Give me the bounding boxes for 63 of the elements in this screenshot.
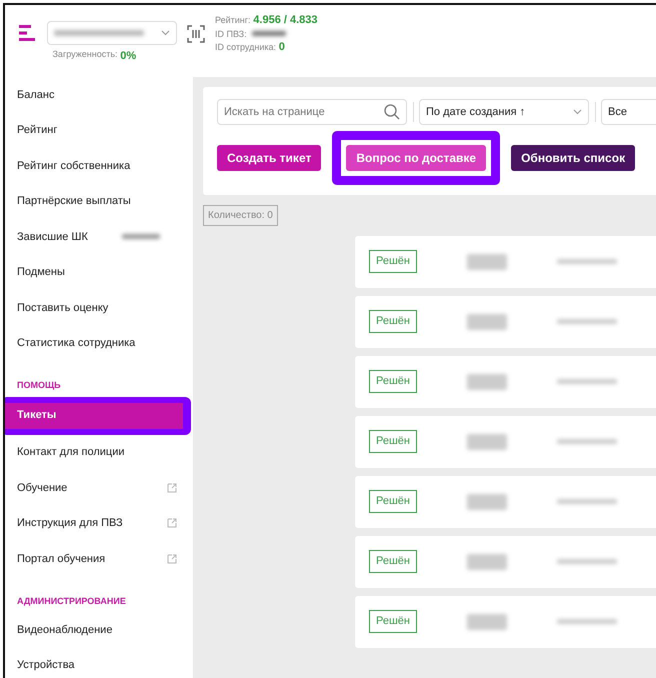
sidebar-item[interactable]: Баланс [5,77,193,112]
redacted-block [252,31,286,36]
chevron-icon [573,109,582,115]
sidebar-item[interactable]: Подмены [5,254,193,290]
external-link-icon[interactable] [167,482,177,493]
status-badge: Решён [369,610,417,633]
redacted-block [557,619,617,624]
external-link-icon[interactable] [167,518,177,528]
status-badge: Решён [369,370,417,393]
status-badge: Решён [369,430,417,453]
sidebar-item[interactable]: Партнёрские выплаты [5,184,193,219]
rating-label: Рейтинг: [215,14,251,26]
redacted-block [467,554,507,570]
status-badge: Решён [369,490,417,513]
section-heading: АДМИНИСТРИРОВАНИЕ [16,594,127,608]
sidebar-item[interactable]: Поставить оценку [5,290,193,326]
load-label: Загруженность: [52,48,118,61]
toolbar-button[interactable]: Создать тикет [217,144,322,170]
pvz-id-label: ID ПВЗ: [215,28,247,40]
load-value: 0% [120,48,136,64]
sidebar-item[interactable]: Обучение [17,480,68,496]
toolbar-button[interactable]: Вопрос по доставке [346,144,486,170]
search-field[interactable]: Искать на странице [217,99,407,125]
redacted-block [467,434,507,450]
redacted-block [557,319,617,324]
employee-id-value: 0 [278,40,285,55]
barcode-icon[interactable] [187,25,205,43]
sidebar-item[interactable]: Рейтинг [5,112,193,148]
sidebar-item[interactable]: Портал обучения [17,550,106,567]
redacted-block [467,314,507,330]
sidebar-item[interactable]: Рейтинг собственника [5,148,193,184]
status-badge: Решён [369,310,417,333]
sort-select[interactable]: По дате создания ↑ [419,99,589,125]
section-heading: ПОМОЩЬ [16,379,62,392]
rating-value: 4.956 / 4.833 [253,13,318,28]
redacted-block [467,374,507,390]
menu-icon[interactable] [19,25,37,41]
external-link-icon[interactable] [167,554,177,564]
sidebar-item[interactable]: Устройства [5,648,193,678]
redacted-block [467,254,507,270]
redacted-block [467,494,507,510]
redacted-block [557,559,617,564]
sidebar-item[interactable]: Тикеты [5,402,183,428]
redacted-block [557,379,617,384]
redacted-block [122,234,160,240]
sidebar-item[interactable]: Зависшие ШК [17,228,88,245]
sidebar-item[interactable]: Видеонаблюдение [5,612,193,648]
user-select[interactable] [47,21,177,45]
redacted-block [557,439,617,444]
search-icon[interactable] [384,104,400,120]
sidebar-item[interactable]: Инструкция для ПВЗ [17,515,123,532]
redacted-block [467,614,507,630]
toolbar-button[interactable]: Обновить список [511,144,636,170]
employee-id-label: ID сотрудника: [215,40,276,54]
status-badge: Решён [369,550,417,573]
count-label: Количество: 0 [203,204,278,226]
redacted-block [557,499,617,504]
chevron-icon [161,30,170,36]
sidebar-item[interactable]: Статистика сотрудника [5,326,193,361]
redacted-block [557,259,617,264]
filter-select[interactable]: Все [601,99,656,125]
sidebar-item[interactable]: Контакт для полиции [5,434,193,470]
status-badge: Решён [369,250,417,273]
